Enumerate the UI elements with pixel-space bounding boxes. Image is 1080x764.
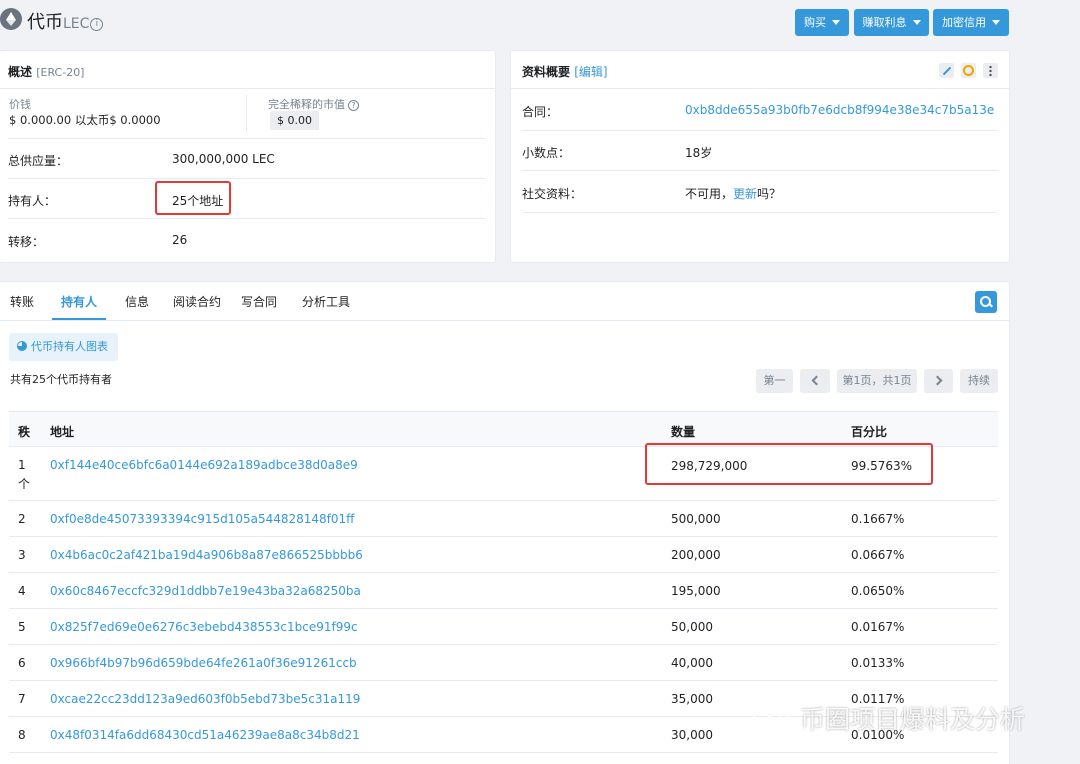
contract-address-link[interactable]: 0xb8dde655a93b0fb7e6dcb8f994e38e34c7b5a1… [685,103,994,117]
buy-button[interactable]: 购买 [795,9,849,36]
tab-read-contract[interactable]: 阅读合约 [173,293,221,310]
ethereum-logo-icon [0,8,22,30]
tab-bar: 转账 持有人 信息 阅读合约 写合同 分析工具 [0,282,1009,321]
watermark: 币圈项目爆料及分析 [800,705,1026,734]
social-profiles-row: 社交资料： 不可用，更新吗？ [522,171,997,213]
crypto-credit-button[interactable]: 加密信用 [933,9,1009,36]
holders-row: 持有人： 25个地址 [8,179,485,219]
holder-address-link[interactable]: 0x60c8467eccfc329d1ddbb7e19e43ba32a68250… [50,584,361,598]
column-percentage: 百分比 [851,425,888,439]
pager-first-button[interactable]: 第一 [756,369,793,393]
page-header: 代币LEC i 购买 赚取利息 加密信用 [0,0,1080,40]
market-cap-value: $ 0.00 [270,111,319,130]
highlight-box [155,181,231,215]
token-symbol: LEC [63,16,90,32]
decimals-value: 18岁 [685,146,713,160]
holders-summary: 共有25个代币持有者 [10,373,112,386]
total-supply-row: 总供应量： 300,000,000 LEC [8,139,485,179]
chevron-right-icon [932,375,943,386]
table-row: 5 0x825f7ed69e0e6276c3ebebd438553c1bce91… [9,609,998,645]
pager-status: 第1页，共1页 [837,369,917,393]
holder-address-link[interactable]: 0xcae22cc23dd123a9ed603f0b5ebd73be5c31a1… [50,692,360,706]
tab-transfers[interactable]: 转账 [10,293,34,310]
search-button[interactable] [975,291,997,313]
table-row: 2 0xf0e8de45073393394c915d105a544828148f… [9,501,998,537]
more-options-icon[interactable] [983,63,998,78]
holder-address-link[interactable]: 0x48f0314fa6dd68430cd51a46239ae8a8c34b8d… [50,728,360,742]
update-link[interactable]: 更新 [733,187,757,201]
highlight-box [645,443,933,485]
info-icon[interactable]: i [90,18,104,31]
active-tab-indicator [52,318,106,320]
holder-address-link[interactable]: 0x966bf4b97b96d659bde64fe261a0f36e91261c… [50,656,357,670]
chevron-left-icon [811,375,821,386]
holder-address-link[interactable]: 0x4b6ac0c2af421ba19d4a906b8a87e866525bbb… [50,548,363,562]
tab-holders[interactable]: 持有人 [61,293,97,310]
tab-info[interactable]: 信息 [125,293,149,310]
market-cap-label: 完全稀释的市值? [268,96,359,112]
transfers-value: 26 [172,233,188,247]
circle-icon[interactable] [961,63,976,78]
column-quantity: 数量 [671,425,696,439]
social-profiles-value: 不可用，更新吗？ [685,187,782,201]
question-icon[interactable]: ? [348,100,359,111]
earn-interest-button[interactable]: 赚取利息 [854,9,929,36]
page-title: 代币LEC i [27,8,104,34]
total-supply-value: 300,000,000 LEC [172,152,275,166]
decimals-row: 小数点： 18岁 [522,131,997,171]
wechat-logo-icon [753,704,791,729]
table-row: 6 0x966bf4b97b96d659bde64fe261a0f36e9126… [9,645,998,681]
edit-link[interactable]: [编辑] [574,65,607,79]
holder-address-link[interactable]: 0xf0e8de45073393394c915d105a544828148f01… [50,512,354,526]
chevron-down-icon [992,20,1000,25]
column-address: 地址 [50,425,75,439]
token-standard: [ERC-20] [36,66,85,79]
overview-card-header: 概述 [ERC-20] [0,51,495,89]
holders-panel: 转账 持有人 信息 阅读合约 写合同 分析工具 代币持有人图表 共有25个代币持… [0,281,1010,764]
overview-card: 概述 [ERC-20] 价钱 $ 0.000.00 以太币$ 0.0000 完全… [0,50,496,263]
pager-prev-button[interactable] [800,369,830,393]
table-row: 1 个 0xf144e40ce6bfc6a0144e692a189adbce38… [9,443,998,501]
holder-address-link[interactable]: 0xf144e40ce6bfc6a0144e692a189adbce38d0a8… [50,458,358,472]
holders-table-header: 秩 地址 数量 百分比 [9,411,998,447]
magic-wand-icon[interactable] [939,63,954,78]
tab-write-contract[interactable]: 写合同 [241,293,277,310]
transfers-row: 转移： 26 [8,233,188,249]
price-value: $ 0.000.00 以太币$ 0.0000 [9,113,161,127]
tab-analytics[interactable]: 分析工具 [302,293,350,310]
chevron-down-icon [832,20,840,25]
holder-address-link[interactable]: 0x825f7ed69e0e6276c3ebebd438553c1bce91f9… [50,620,358,634]
holders-chart-button[interactable]: 代币持有人图表 [9,333,118,361]
profile-card-header: 资料概要 [编辑] [511,51,1009,89]
profile-summary-card: 资料概要 [编辑] 合同： 0xb8dde655a93b0fb7e6dcb8f9… [510,50,1010,263]
price-row: 价钱 $ 0.000.00 以太币$ 0.0000 完全稀释的市值? $ 0.0… [8,89,485,139]
pager-next-button[interactable] [924,369,953,393]
table-row: 4 0x60c8467eccfc329d1ddbb7e19e43ba32a682… [9,573,998,609]
pie-chart-icon [17,341,27,351]
divider [246,95,247,133]
contract-row: 合同： 0xb8dde655a93b0fb7e6dcb8f994e38e34c7… [522,89,997,131]
pager-last-button[interactable]: 持续 [960,369,998,393]
table-row: 3 0x4b6ac0c2af421ba19d4a906b8a87e866525b… [9,537,998,573]
column-rank: 秩 [18,425,31,439]
chevron-down-icon [912,20,921,25]
